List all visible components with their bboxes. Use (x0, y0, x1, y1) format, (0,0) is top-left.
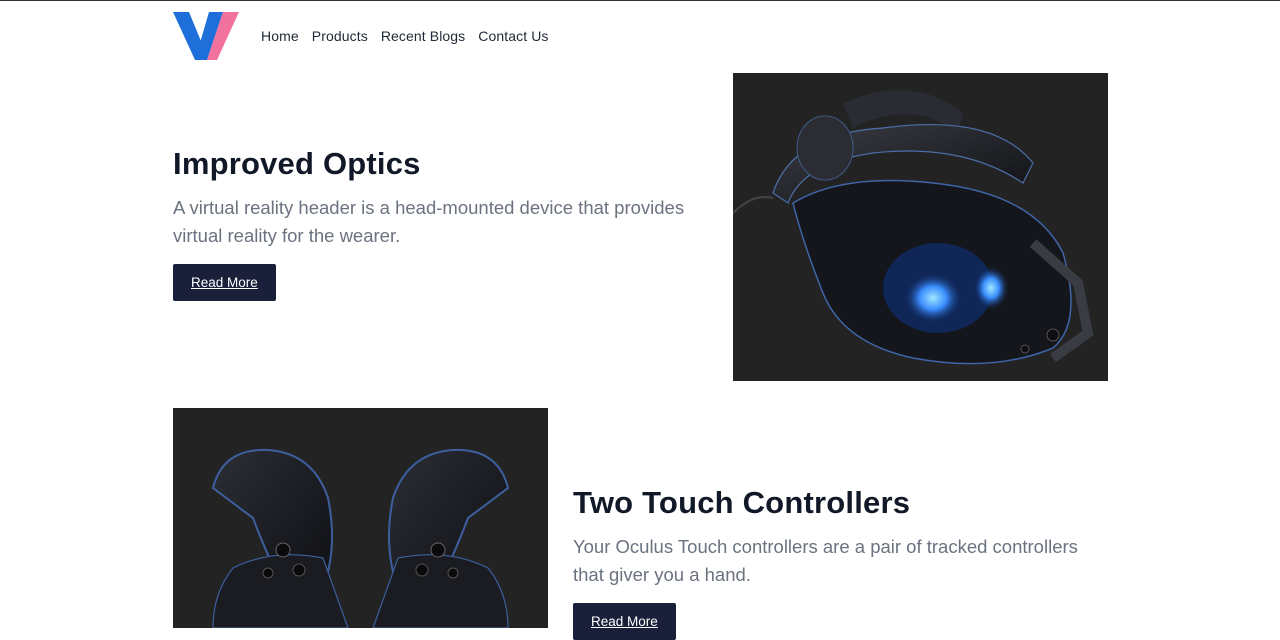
feature-title: Two Touch Controllers (573, 485, 911, 520)
navbar: Home Products Recent Blogs Contact Us (173, 10, 562, 62)
nav-link-recent-blogs[interactable]: Recent Blogs (381, 28, 465, 44)
top-border (0, 0, 1280, 1)
feature-description: A virtual reality header is a head-mount… (173, 197, 685, 246)
nav-link-contact-us[interactable]: Contact Us (478, 28, 548, 44)
nav-link-home[interactable]: Home (261, 28, 299, 44)
vr-headset-image (733, 73, 1108, 381)
read-more-button[interactable]: Read More (573, 603, 676, 640)
feature-two-touch-controllers: Two Touch Controllers Your Oculus Touch … (573, 485, 1093, 640)
feature-improved-optics: Improved Optics A virtual reality header… (173, 146, 693, 301)
nav-link-products[interactable]: Products (312, 28, 368, 44)
read-more-button[interactable]: Read More (173, 264, 276, 301)
feature-title: Improved Optics (173, 146, 421, 181)
feature-description: Your Oculus Touch controllers are a pair… (573, 536, 1078, 585)
touch-controllers-image (173, 408, 548, 628)
brand-logo[interactable] (173, 10, 239, 62)
